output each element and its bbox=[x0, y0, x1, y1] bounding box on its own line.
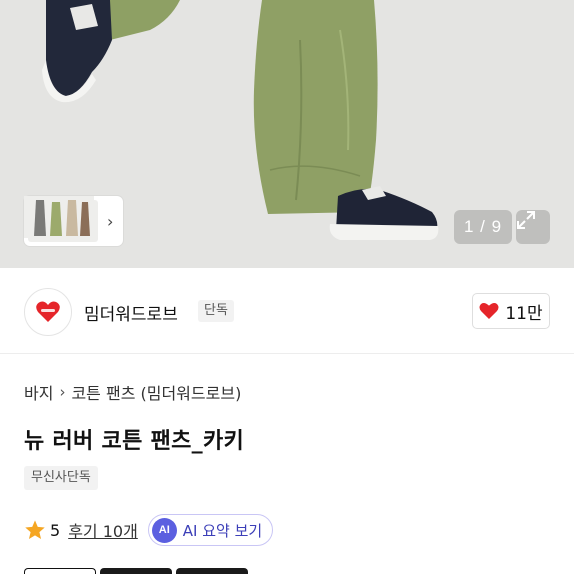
expand-button[interactable] bbox=[516, 210, 550, 244]
thumbnail-image[interactable] bbox=[24, 196, 98, 242]
breadcrumb-item-category[interactable]: 바지 bbox=[24, 380, 53, 404]
ai-badge-icon: AI bbox=[151, 517, 177, 543]
ai-summary-button[interactable]: AI AI 요약 보기 bbox=[147, 514, 274, 546]
like-button[interactable]: 11만 bbox=[472, 293, 550, 329]
breadcrumb-item-subcategory[interactable]: 코튼 팬츠 (밈더워드로브) bbox=[71, 380, 241, 404]
color-swatch[interactable] bbox=[24, 568, 96, 574]
product-title: 뉴 러버 코튼 팬츠_카키 bbox=[24, 429, 245, 454]
like-count: 11만 bbox=[505, 303, 543, 324]
brand-logo[interactable] bbox=[24, 288, 72, 336]
star-icon bbox=[25, 520, 45, 539]
brand-exclusive-badge: 단독 bbox=[198, 300, 234, 322]
heart-icon bbox=[479, 302, 499, 319]
exclusive-tag: 무신사단독 bbox=[24, 466, 98, 490]
chevron-right-icon[interactable]: › bbox=[107, 212, 113, 231]
rating-row: 5 후기 10개 AI AI 요약 보기 bbox=[24, 514, 274, 546]
expand-arrows-icon bbox=[517, 211, 535, 229]
color-swatch[interactable] bbox=[176, 568, 248, 574]
thumbnail-strip[interactable]: › bbox=[24, 196, 123, 246]
brand-name[interactable]: 밈더워드로브 bbox=[84, 300, 178, 325]
ai-summary-label: AI 요약 보기 bbox=[182, 521, 263, 540]
product-image-gallery[interactable]: › 1 / 9 bbox=[0, 0, 574, 268]
brand-row: 밈더워드로브 단독 11만 bbox=[0, 270, 574, 354]
color-swatch[interactable] bbox=[100, 568, 172, 574]
chevron-right-icon: › bbox=[59, 383, 66, 401]
breadcrumb: 바지 › 코튼 팬츠 (밈더워드로브) bbox=[24, 380, 241, 404]
heart-logo-icon bbox=[36, 301, 60, 322]
review-link[interactable]: 후기 10개 bbox=[68, 518, 138, 542]
image-pager: 1 / 9 bbox=[454, 210, 512, 244]
rating-score: 5 bbox=[50, 520, 61, 540]
color-swatch-row bbox=[24, 568, 574, 574]
